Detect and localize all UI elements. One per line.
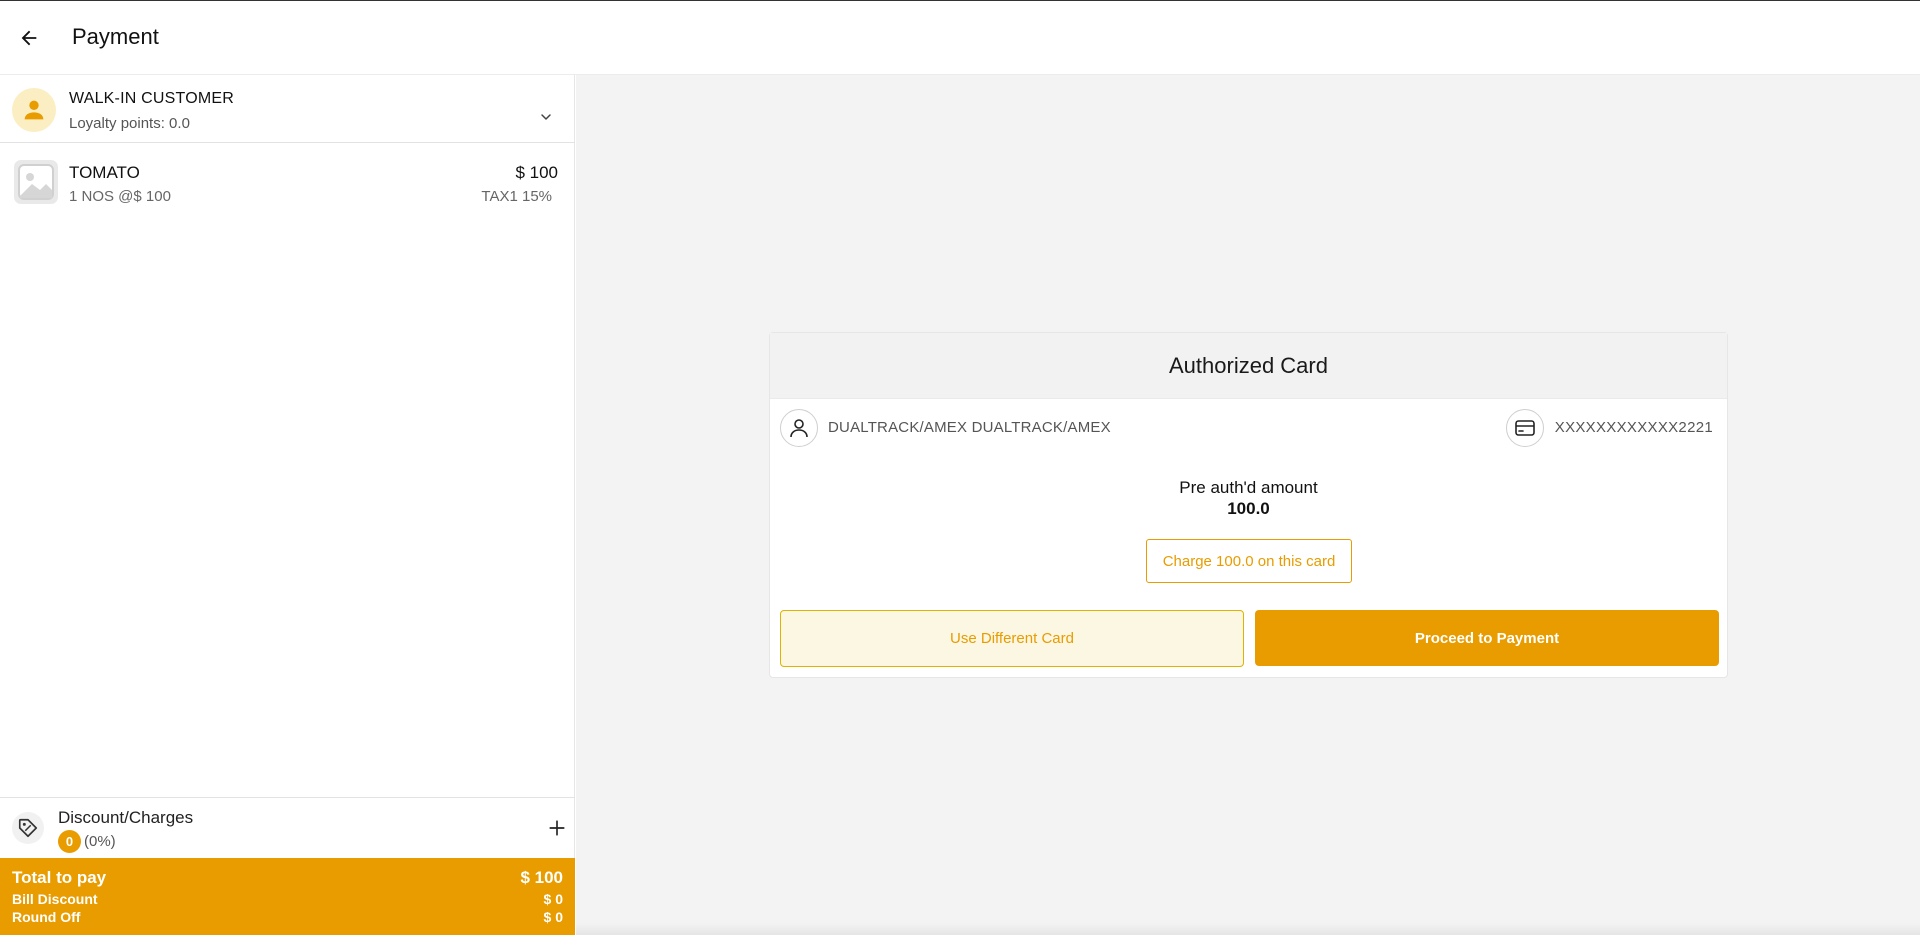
item-tax: TAX1 15% — [481, 188, 552, 205]
chevron-down-icon[interactable] — [534, 105, 558, 129]
proceed-to-payment-button[interactable]: Proceed to Payment — [1255, 610, 1719, 666]
cart-item[interactable]: TOMATO 1 NOS @$ 100 $ 100 TAX1 15% — [0, 160, 575, 220]
bottom-shadow — [576, 923, 1920, 935]
use-different-card-button[interactable]: Use Different Card — [780, 610, 1244, 667]
round-off-row: Round Off $ 0 — [12, 909, 563, 925]
bill-discount-label: Bill Discount — [12, 891, 98, 907]
bill-discount-value: $ 0 — [543, 891, 563, 907]
charge-card-button[interactable]: Charge 100.0 on this card — [1146, 539, 1352, 583]
loyalty-points: Loyalty points: 0.0 — [69, 115, 190, 132]
app-header: Payment — [0, 1, 1920, 75]
item-price: $ 100 — [515, 163, 558, 182]
customer-selector[interactable]: WALK-IN CUSTOMER Loyalty points: 0.0 — [0, 75, 575, 143]
total-value: $ 100 — [520, 868, 563, 887]
card-number: XXXXXXXXXXXX2221 — [1554, 419, 1713, 436]
total-label: Total to pay — [12, 868, 107, 887]
total-to-pay-row: Total to pay $ 100 — [12, 868, 563, 888]
card-header: Authorized Card — [770, 333, 1727, 399]
plus-icon[interactable] — [544, 815, 570, 841]
totals-summary: Total to pay $ 100 Bill Discount $ 0 Rou… — [0, 858, 575, 935]
payment-panel: Authorized Card DUALTRACK/AMEX DUALTRACK… — [576, 75, 1920, 935]
card-holder-name: DUALTRACK/AMEX DUALTRACK/AMEX — [828, 419, 1111, 436]
image-placeholder-icon — [14, 160, 58, 204]
customer-name: WALK-IN CUSTOMER — [69, 90, 234, 107]
item-quantity: 1 NOS @$ 100 — [69, 188, 171, 205]
bill-discount-row: Bill Discount $ 0 — [12, 891, 563, 907]
preauth-label: Pre auth'd amount — [1179, 478, 1318, 497]
round-off-label: Round Off — [12, 909, 81, 925]
discount-percent: (0%) — [84, 833, 116, 850]
page-title: Payment — [72, 24, 159, 49]
round-off-value: $ 0 — [543, 909, 563, 925]
card-title: Authorized Card — [1169, 352, 1328, 378]
preauth-amount: 100.0 — [1227, 499, 1270, 518]
back-button[interactable] — [14, 23, 44, 53]
discount-charges-row[interactable]: Discount/Charges 0 (0%) — [0, 797, 575, 860]
authorized-card-dialog: Authorized Card DUALTRACK/AMEX DUALTRACK… — [769, 332, 1728, 678]
arrow-left-icon — [21, 30, 37, 46]
tag-icon — [12, 812, 44, 844]
order-panel: WALK-IN CUSTOMER Loyalty points: 0.0 TOM… — [0, 75, 575, 935]
discount-count-badge: 0 — [58, 830, 81, 853]
user-icon — [780, 409, 818, 447]
person-icon — [12, 88, 56, 132]
discount-label: Discount/Charges — [58, 808, 194, 827]
credit-card-icon — [1506, 409, 1544, 447]
item-name: TOMATO — [69, 163, 140, 182]
